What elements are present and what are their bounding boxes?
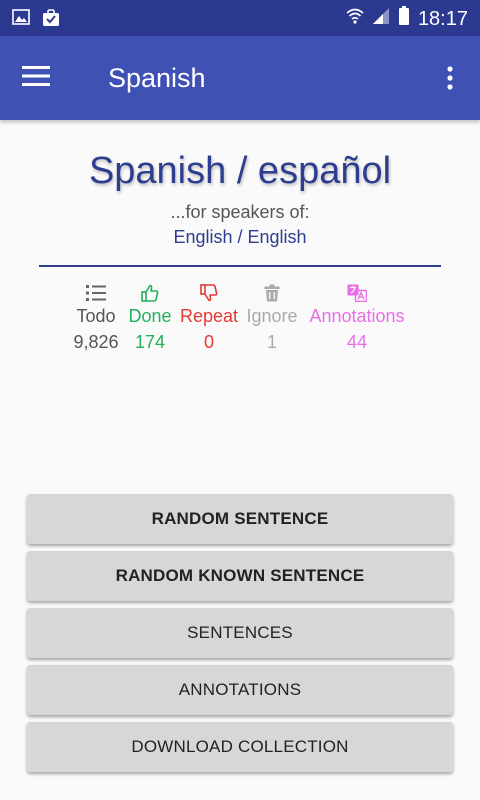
numbered-list-icon: [86, 282, 106, 304]
trash-icon: [264, 282, 280, 304]
hamburger-menu-icon: [22, 65, 50, 91]
speakers-language: English / English: [173, 227, 307, 247]
speakers-label: ...for speakers of:: [170, 202, 310, 222]
stat-annotations-value: 44: [346, 332, 368, 352]
stat-repeat: Repeat 0: [176, 282, 242, 353]
stat-ignore-label: Ignore: [246, 306, 298, 326]
random-known-sentence-button[interactable]: Random Known Sentence: [27, 551, 453, 601]
battery-icon: [398, 6, 410, 31]
stat-annotations: Annotations 44: [302, 282, 412, 353]
translate-icon: [347, 282, 367, 304]
download-collection-button[interactable]: Download Collection: [27, 722, 453, 772]
image-icon: [12, 9, 30, 32]
thumbs-up-icon: [141, 282, 159, 304]
stats-row: Todo 9,826 Done 174 Repeat 0 Ignore 1 An…: [0, 282, 480, 362]
stat-done: Done 174: [124, 282, 176, 353]
stat-done-value: 174: [134, 332, 166, 352]
sentences-button[interactable]: Sentences: [27, 608, 453, 658]
cell-signal-icon: [372, 7, 390, 30]
menu-button[interactable]: [14, 58, 58, 98]
language-title: Spanish / español: [88, 150, 392, 192]
overflow-menu-button[interactable]: [438, 60, 462, 100]
shopping-bag-check-icon: [42, 9, 60, 32]
wifi-icon: [346, 7, 364, 30]
status-bar-right: 18:17: [346, 6, 468, 31]
annotations-button[interactable]: Annotations: [27, 665, 453, 715]
stat-done-label: Done: [128, 306, 172, 326]
app-bar: Spanish: [0, 36, 480, 120]
status-bar: 18:17: [0, 0, 480, 36]
stat-ignore-value: 1: [266, 332, 277, 352]
stat-repeat-value: 0: [203, 332, 214, 352]
thumbs-down-icon: [200, 282, 218, 304]
stat-ignore: Ignore 1: [242, 282, 302, 353]
status-bar-left: [12, 9, 60, 32]
header-divider: [39, 265, 441, 267]
stat-todo-value: 9,826: [73, 332, 119, 352]
more-vert-icon: [447, 65, 453, 95]
app-title: Spanish: [108, 63, 206, 93]
random-sentence-button[interactable]: Random Sentence: [27, 494, 453, 544]
stat-annotations-label: Annotations: [309, 306, 405, 326]
status-time: 18:17: [417, 7, 468, 30]
stat-todo-label: Todo: [76, 306, 116, 326]
stat-todo: Todo 9,826: [68, 282, 124, 353]
stat-repeat-label: Repeat: [179, 306, 239, 326]
